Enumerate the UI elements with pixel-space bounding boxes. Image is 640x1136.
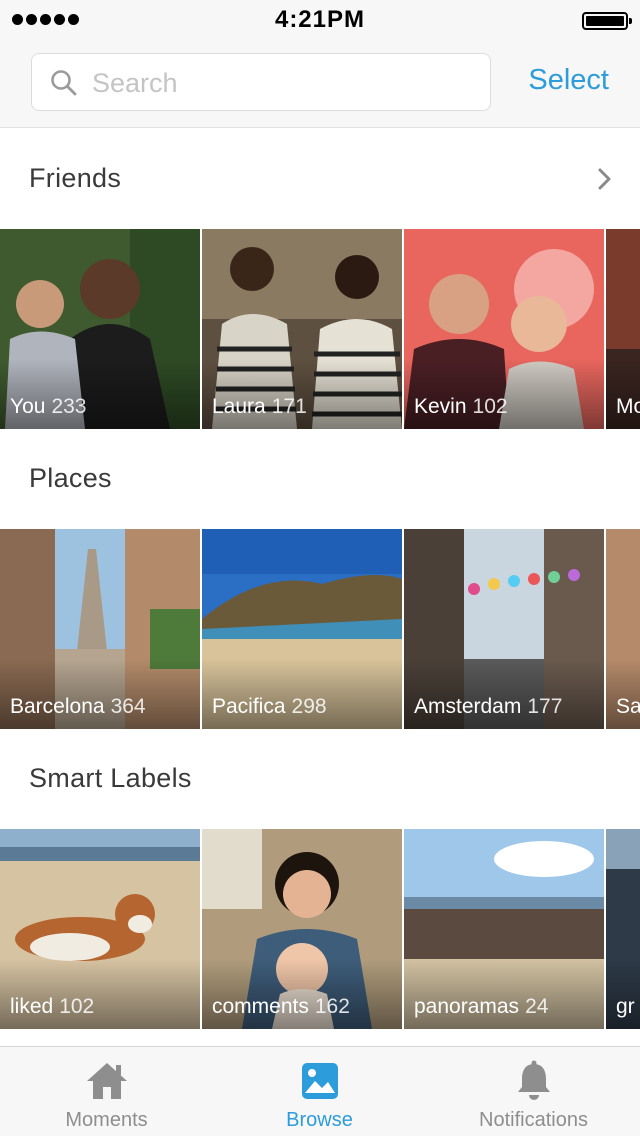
tile-label: Kevin 102 [414,395,508,419]
friend-tile-you[interactable]: You 233 [0,229,200,429]
tab-moments[interactable]: Moments [0,1047,213,1136]
tile-name: Barcelona [10,695,105,718]
status-time: 4:21PM [274,6,366,33]
battery-icon [582,12,632,30]
tab-browse[interactable]: Browse [213,1047,426,1136]
select-button[interactable]: Select [528,64,609,97]
tile-count: 24 [525,995,549,1018]
tile-count: 364 [110,695,146,718]
tile-label: You 233 [10,395,86,419]
label-tile-panoramas[interactable]: panoramas 24 [404,829,604,1029]
tile-name: liked [10,995,54,1018]
tab-label: Notifications [479,1109,588,1131]
tile-count: 102 [472,395,508,418]
tile-name: Amsterdam [414,695,522,718]
section-header-friends[interactable]: Friends [0,129,640,229]
tile-name: Pacifica [212,695,286,718]
tile-label: Pacifica 298 [212,695,327,719]
place-tile-amsterdam[interactable]: Amsterdam 177 [404,529,604,729]
section-header-smart-labels[interactable]: Smart Labels [0,729,640,829]
tile-label: panoramas 24 [414,995,548,1019]
tile-count: 171 [271,395,307,418]
tile-count: 177 [527,695,563,718]
tile-name: You [10,395,46,418]
places-row: Barcelona364 Pacifica298 Amsterdam177 [0,529,640,729]
label-tile-comments[interactable]: comments 162 [202,829,402,1029]
tile-label: Barcelona 364 [10,695,146,719]
section-title: Places [29,463,112,493]
tile-label: liked 102 [10,995,94,1019]
tile-name: gr [616,995,635,1018]
tile-label: Amsterdam 177 [414,695,562,719]
friend-tile-laura[interactable]: Laura 171 [202,229,402,429]
smart-labels-row: liked 102 comments 162 panoramas 24 gr [0,829,640,1029]
tab-label: Moments [65,1109,148,1131]
tile-name: Sa [616,695,640,718]
tile-name: panoramas [414,995,520,1018]
section-header-places[interactable]: Places [0,429,640,529]
place-tile-pacifica[interactable]: Pacifica 298 [202,529,402,729]
place-tile-partial[interactable]: Sa [606,529,640,729]
section-title: Friends [29,163,122,193]
tile-name: comments [212,995,309,1018]
friend-tile-kevin[interactable]: Kevin 102 [404,229,604,429]
photo-icon [301,1063,338,1099]
tile-count: 102 [59,995,95,1018]
search-box[interactable] [31,53,491,111]
tab-bar: Moments Browse Notifications [0,1046,640,1136]
search-header: Select [0,40,640,128]
tile-count: 298 [291,695,327,718]
tile-name: Kevin [414,395,467,418]
chevron-right-icon[interactable] [596,165,614,193]
label-tile-partial[interactable]: gr [606,829,640,1029]
friend-tile-partial[interactable]: Mo [606,229,640,429]
status-bar: 4:21PM [0,0,640,40]
place-tile-barcelona[interactable]: Barcelona 364 [0,529,200,729]
tile-label: Mo [616,395,640,419]
tile-name: Laura [212,395,266,418]
tab-label: Browse [286,1109,353,1131]
tile-label: gr [616,995,635,1019]
friends-row: You 233 Laura 171 Kevin 102 Mo [0,229,640,429]
search-input[interactable] [92,64,472,102]
tab-notifications[interactable]: Notifications [427,1047,640,1136]
tile-label: Laura 171 [212,395,307,419]
label-tile-liked[interactable]: liked 102 [0,829,200,1029]
tile-count: 162 [314,995,350,1018]
tile-count: 233 [51,395,87,418]
tile-label: comments 162 [212,995,350,1019]
section-title: Smart Labels [29,763,192,793]
bell-icon [517,1060,550,1100]
home-icon [86,1063,127,1099]
tile-label: Sa [616,695,640,719]
search-icon [51,70,77,96]
tile-name: Mo [616,395,640,418]
